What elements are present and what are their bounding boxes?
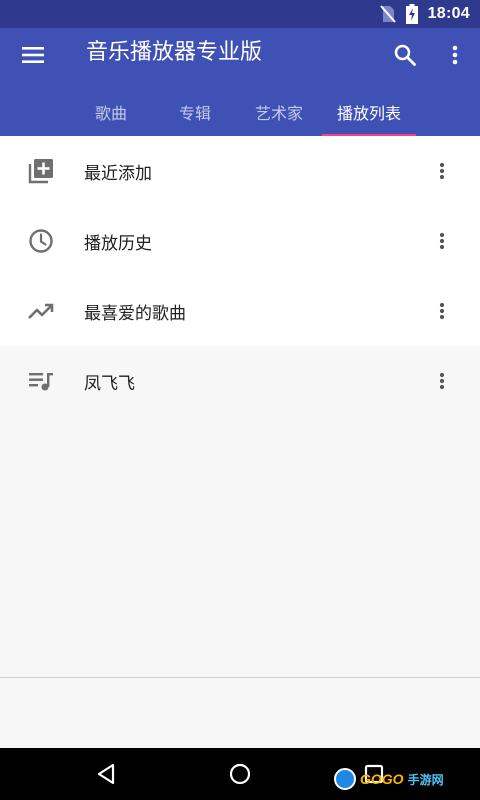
watermark-logo: GOGO 手游网 (334, 765, 474, 793)
back-icon (97, 763, 115, 785)
queue-music-icon-wrap (27, 367, 55, 395)
playlist-more-button[interactable] (428, 367, 456, 395)
more-vert-icon (439, 162, 445, 180)
user-playlists: 凤飞飞 (0, 346, 480, 678)
playlist-row-recently-added[interactable]: 最近添加 (0, 136, 480, 206)
library-add-icon-wrap (27, 157, 55, 185)
more-vert-icon (439, 302, 445, 320)
playlist-label: 最近添加 (84, 163, 152, 184)
playlist-more-button[interactable] (428, 297, 456, 325)
trending-up-icon (28, 303, 54, 319)
playlist-row-history[interactable]: 播放历史 (0, 206, 480, 276)
watermark-circle-icon (334, 768, 356, 790)
library-add-icon (28, 159, 53, 184)
watermark-text: GOGO (360, 771, 404, 787)
app-bar: 音乐播放器专业版 歌曲 专辑 艺术家 播放列表 (0, 28, 480, 136)
playlist-more-button[interactable] (428, 227, 456, 255)
playlist-row-favorites[interactable]: 最喜爱的歌曲 (0, 276, 480, 346)
status-time: 18:04 (427, 5, 470, 22)
search-icon (394, 44, 416, 66)
menu-icon (22, 47, 44, 63)
clock-icon (29, 229, 53, 253)
home-icon (229, 763, 251, 785)
playlist-more-button[interactable] (428, 157, 456, 185)
app-title: 音乐播放器专业版 (86, 40, 263, 65)
playlist-label: 凤飞飞 (84, 373, 135, 394)
battery-charging-icon (405, 4, 418, 24)
status-bar: 18:04 (0, 0, 480, 28)
more-vert-icon (439, 372, 445, 390)
more-vert-icon (439, 232, 445, 250)
bottom-area (0, 678, 480, 748)
no-sim-icon (379, 5, 396, 23)
clock-icon-wrap (27, 227, 55, 255)
more-vert-icon (452, 45, 458, 65)
tab-playlists[interactable]: 播放列表 (314, 88, 424, 136)
nav-back-button[interactable] (88, 758, 124, 790)
nav-home-button[interactable] (222, 758, 258, 790)
auto-playlists-card: 最近添加 播放历史 最喜爱的歌曲 (0, 136, 480, 346)
tab-bar: 歌曲 专辑 艺术家 播放列表 (0, 88, 480, 136)
playlist-label: 最喜爱的歌曲 (84, 303, 186, 324)
trending-up-icon-wrap (27, 297, 55, 325)
menu-button[interactable] (16, 38, 50, 72)
search-button[interactable] (388, 38, 422, 72)
playlist-label: 播放历史 (84, 233, 152, 254)
playlist-row-user[interactable]: 凤飞飞 (0, 346, 480, 416)
overflow-menu-button[interactable] (438, 38, 472, 72)
queue-music-icon (29, 373, 53, 391)
watermark-text2: 手游网 (407, 772, 444, 787)
